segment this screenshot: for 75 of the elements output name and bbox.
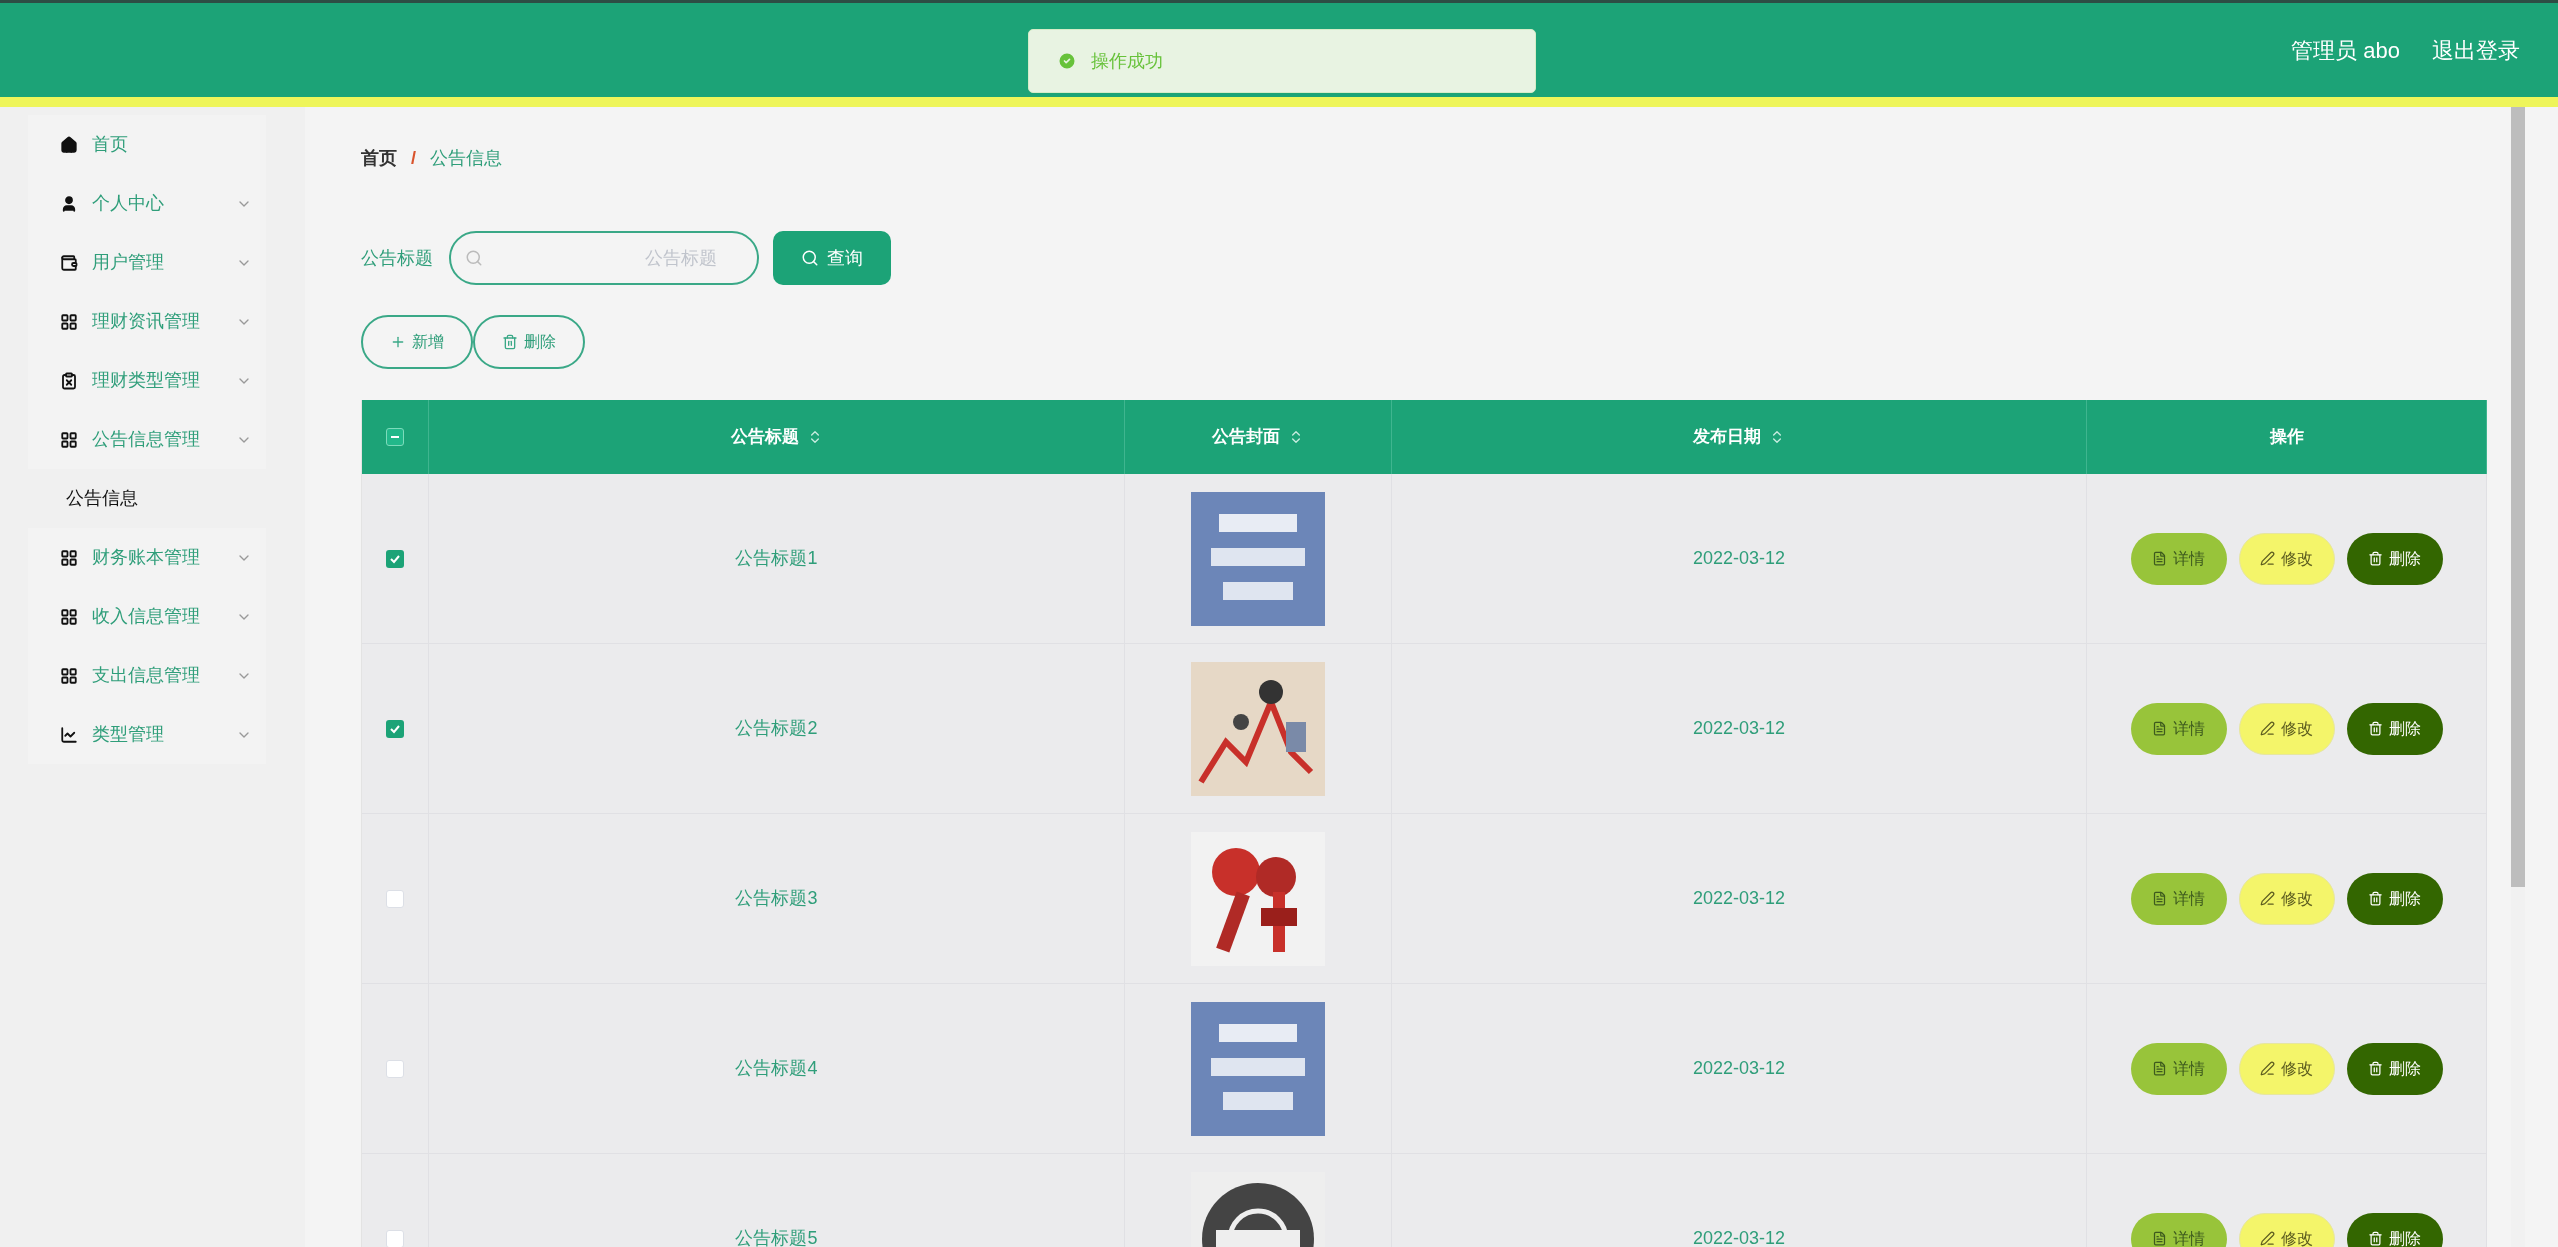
breadcrumb-separator: / [411,147,416,170]
column-header[interactable]: 公告标题 [730,424,823,450]
detail-button[interactable]: 详情 [2130,1042,2227,1095]
detail-button[interactable]: 详情 [2130,872,2227,925]
detail-button[interactable]: 详情 [2130,1212,2227,1247]
detail-icon [2152,1231,2167,1246]
table-cell-text: 公告标题3 [735,887,818,910]
trash-icon [2368,721,2383,736]
table-cell-text: 公告标题2 [735,717,818,740]
row-checkbox[interactable] [386,549,404,568]
row-checkbox[interactable] [386,889,404,908]
grid-icon [60,312,78,331]
user-icon [60,194,78,213]
pencil-icon [2260,721,2275,736]
delete-button[interactable]: 删除 [2346,532,2443,585]
table-cell-text: 公告标题1 [735,547,818,570]
edit-button[interactable]: 修改 [2238,702,2335,755]
pencil-icon [2260,1231,2275,1246]
table-cell-text: 2022-03-12 [1692,1227,1786,1247]
row-checkbox[interactable] [386,1229,404,1247]
breadcrumb-item[interactable]: 首页 [361,145,397,172]
detail-icon [2152,891,2167,906]
search-icon [465,249,483,267]
chart-icon [60,725,78,744]
user-name: 管理员 abo [2291,36,2400,65]
delete-button[interactable]: 删除 [2346,1212,2443,1247]
detail-icon [2152,721,2167,736]
table-cell-text: 2022-03-12 [1692,547,1786,570]
logout-link[interactable]: 退出登录 [2432,33,2520,67]
detail-icon [2152,1061,2167,1076]
delete-button[interactable]: 删除 [473,315,585,369]
pencil-icon [2260,1061,2275,1076]
grid-icon [60,548,78,567]
toast-message: 操作成功 [1091,49,1163,73]
clipboard-icon [60,371,78,390]
plus-icon [390,334,406,350]
delete-button[interactable]: 删除 [2346,702,2443,755]
row-checkbox[interactable] [386,719,404,738]
edit-button[interactable]: 修改 [2238,872,2335,925]
search-label: 公告标题 [361,246,433,270]
breadcrumb-item: 公告信息 [430,147,502,170]
edit-button[interactable]: 修改 [2238,532,2335,585]
detail-button[interactable]: 详情 [2130,532,2227,585]
detail-button[interactable]: 详情 [2130,702,2227,755]
grid-icon [60,607,78,626]
trash-icon [2368,1231,2383,1246]
trash-icon [2368,1061,2383,1076]
column-header: 操作 [2269,426,2304,449]
trash-icon [2368,551,2383,566]
add-button[interactable]: 新增 [361,315,473,369]
trash-icon [2368,891,2383,906]
search-icon [801,249,819,267]
table-cell-text: 2022-03-12 [1692,717,1786,740]
table-cell-text: 2022-03-12 [1692,1057,1786,1080]
trash-icon [502,334,518,350]
column-header[interactable]: 发布日期 [1693,424,1785,450]
table-cell-text: 2022-03-12 [1692,887,1786,910]
grid-icon [60,666,78,685]
row-checkbox[interactable] [386,1059,404,1078]
detail-icon [2152,551,2167,566]
table-cell-text: 公告标题5 [735,1227,818,1247]
delete-button[interactable]: 删除 [2346,1042,2443,1095]
home-icon [60,135,78,154]
wallet-icon [60,253,78,272]
delete-button[interactable]: 删除 [2346,872,2443,925]
select-all-checkbox[interactable] [386,428,404,446]
edit-button[interactable]: 修改 [2238,1212,2335,1247]
success-icon [1057,51,1077,71]
search-button[interactable]: 查询 [773,231,891,285]
pencil-icon [2260,891,2275,906]
grid-icon [60,430,78,449]
column-header[interactable]: 公告封面 [1212,424,1304,450]
pencil-icon [2260,551,2275,566]
edit-button[interactable]: 修改 [2238,1042,2335,1095]
table-cell-text: 公告标题4 [735,1057,818,1080]
